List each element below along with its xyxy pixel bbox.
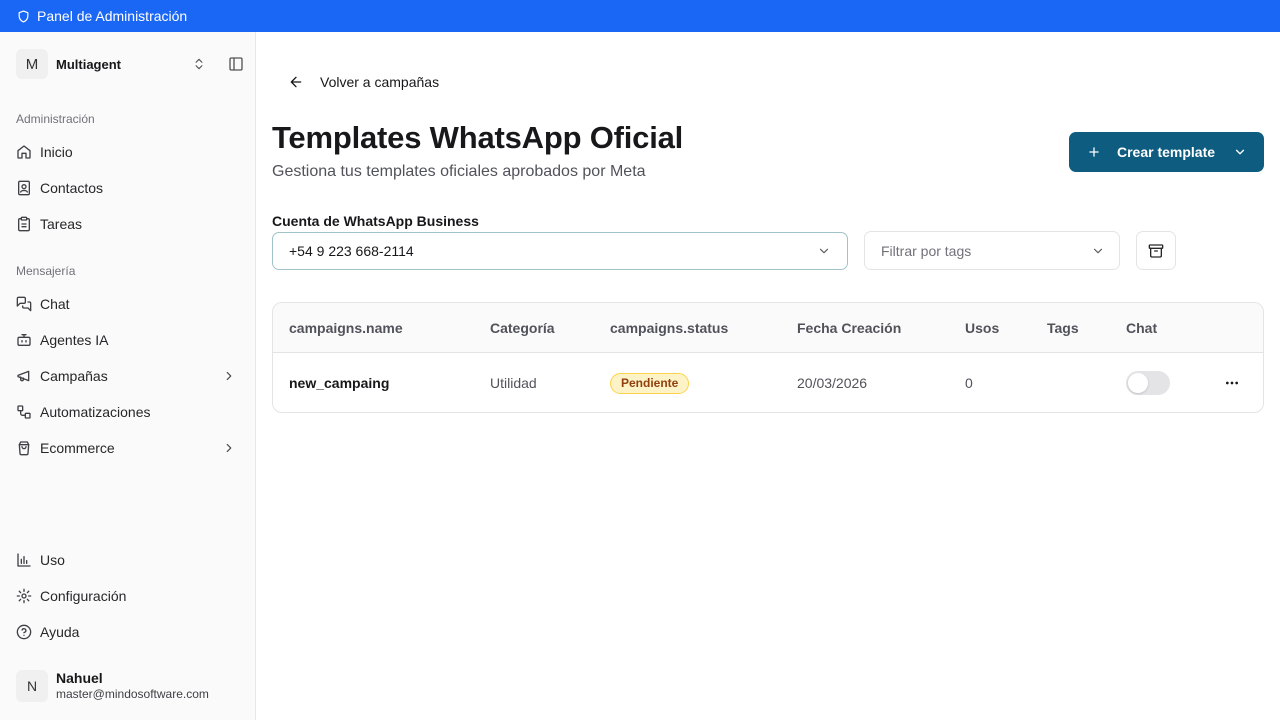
user-email: master@mindosoftware.com: [56, 687, 209, 701]
account-value: +54 9 223 668-2114: [289, 243, 414, 259]
user-name: Nahuel: [56, 670, 103, 686]
create-template-button[interactable]: Crear template: [1069, 132, 1264, 172]
sidebar-item-tareas[interactable]: Tareas: [16, 210, 240, 238]
chevron-down-icon: [817, 244, 831, 258]
chart-icon: [16, 552, 32, 568]
column-header-category: Categoría: [490, 320, 555, 336]
sidebar-item-label: Ecommerce: [40, 440, 115, 456]
sidebar-item-label: Chat: [40, 296, 70, 312]
chevron-down-icon: [1091, 244, 1105, 258]
column-header-tags: Tags: [1047, 320, 1079, 336]
sidebar-item-label: Ayuda: [40, 624, 80, 640]
account-label: Cuenta de WhatsApp Business: [272, 213, 479, 229]
chevron-right-icon: [222, 441, 236, 455]
chat-toggle[interactable]: [1126, 371, 1170, 395]
toggle-knob: [1128, 373, 1148, 393]
sidebar-item-label: Tareas: [40, 216, 83, 232]
templates-table: campaigns.name Categoría campaigns.statu…: [272, 302, 1264, 413]
back-to-campaigns-link[interactable]: Volver a campañas: [288, 74, 439, 90]
template-name: new_campaing: [289, 375, 390, 391]
main-content: Volver a campañas Templates WhatsApp Ofi…: [256, 32, 1280, 720]
workspace-avatar: M: [16, 49, 48, 79]
sidebar-item-automatizaciones[interactable]: Automatizaciones: [16, 398, 240, 426]
help-icon: [16, 624, 32, 640]
chevron-right-icon: [222, 369, 236, 383]
sidebar-item-ecommerce[interactable]: Ecommerce: [16, 434, 240, 462]
table-header: campaigns.name Categoría campaigns.statu…: [273, 303, 1263, 353]
archive-button[interactable]: [1136, 231, 1176, 270]
create-template-label: Crear template: [1117, 144, 1216, 160]
sidebar-item-contactos[interactable]: Contactos: [16, 174, 240, 202]
home-icon: [16, 144, 32, 160]
user-menu[interactable]: N Nahuel master@mindosoftware.com: [16, 670, 209, 702]
column-header-status: campaigns.status: [610, 320, 729, 336]
status-badge: Pendiente: [610, 373, 690, 394]
workflow-icon: [16, 404, 32, 420]
column-header-chat: Chat: [1126, 320, 1158, 336]
column-header-name: campaigns.name: [289, 320, 403, 336]
template-category: Utilidad: [490, 375, 537, 391]
sidebar-item-label: Contactos: [40, 180, 104, 196]
sidebar-item-uso[interactable]: Uso: [16, 546, 240, 574]
sidebar-item-label: Inicio: [40, 144, 73, 160]
sidebar-toggle-icon[interactable]: [228, 56, 244, 72]
more-horizontal-icon: [1224, 375, 1240, 391]
contacts-icon: [16, 180, 32, 196]
sidebar-item-inicio[interactable]: Inicio: [16, 138, 240, 166]
admin-panel-bar: Panel de Administración: [0, 0, 1280, 32]
template-uses: 0: [965, 375, 973, 391]
sidebar-item-label: Agentes IA: [40, 332, 109, 348]
page-subtitle: Gestiona tus templates oficiales aprobad…: [272, 163, 646, 180]
workspace-switcher[interactable]: M Multiagent: [16, 49, 244, 79]
column-header-created: Fecha Creación: [797, 320, 902, 336]
tags-filter-select[interactable]: Filtrar por tags: [864, 231, 1120, 270]
sidebar-item-label: Configuración: [40, 588, 127, 604]
archive-icon: [1148, 243, 1164, 259]
bot-icon: [16, 332, 32, 348]
chevrons-up-down-icon[interactable]: [192, 57, 206, 71]
account-select[interactable]: +54 9 223 668-2114: [272, 232, 848, 270]
chevron-down-icon: [1233, 145, 1247, 159]
table-row: new_campaing Utilidad Pendiente 20/03/20…: [273, 353, 1263, 412]
megaphone-icon: [16, 368, 32, 384]
gear-icon: [16, 588, 32, 604]
sidebar-item-label: Campañas: [40, 368, 108, 384]
avatar: N: [16, 670, 48, 702]
sidebar-item-configuracion[interactable]: Configuración: [16, 582, 240, 610]
clipboard-icon: [16, 216, 32, 232]
arrow-left-icon: [288, 74, 320, 90]
column-header-uses: Usos: [965, 320, 1000, 336]
sidebar: M Multiagent Administración Inicio Conta…: [0, 32, 256, 720]
plus-icon: [1087, 145, 1101, 159]
page-title: Templates WhatsApp Oficial: [272, 120, 684, 155]
shopping-bag-icon: [16, 440, 32, 456]
workspace-name: Multiagent: [56, 56, 121, 72]
back-label: Volver a campañas: [320, 74, 440, 90]
row-actions-button[interactable]: [1222, 373, 1242, 393]
shield-icon: [17, 9, 30, 23]
tags-filter-placeholder: Filtrar por tags: [881, 242, 972, 259]
sidebar-item-campanas[interactable]: Campañas: [16, 362, 240, 390]
section-administracion: Administración: [16, 112, 95, 126]
chat-icon: [16, 296, 32, 312]
template-created-date: 20/03/2026: [797, 375, 868, 391]
sidebar-item-agentes-ia[interactable]: Agentes IA: [16, 326, 240, 354]
sidebar-item-ayuda[interactable]: Ayuda: [16, 618, 240, 646]
admin-panel-title: Panel de Administración: [37, 8, 188, 24]
section-mensajeria: Mensajería: [16, 264, 76, 278]
sidebar-item-chat[interactable]: Chat: [16, 290, 240, 318]
sidebar-item-label: Uso: [40, 552, 65, 568]
sidebar-item-label: Automatizaciones: [40, 404, 151, 420]
